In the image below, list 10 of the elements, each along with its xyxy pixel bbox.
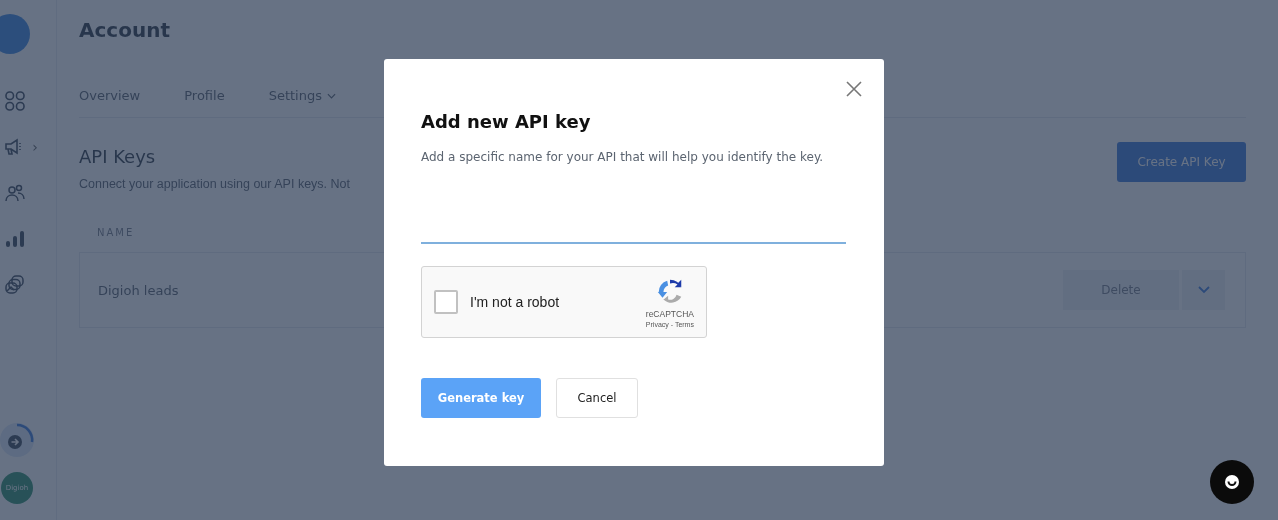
cancel-button[interactable]: Cancel [556,378,638,418]
captcha-brand: reCAPTCHA [645,308,694,319]
page-title: Account [79,18,171,42]
generate-key-button[interactable]: Generate key [421,378,541,418]
dialog-description: Add a specific name for your API that will help you identify the key. [421,150,825,164]
captcha-label: I'm not a robot [470,294,561,310]
close-icon[interactable] [846,81,862,97]
section-title: API Keys [79,146,157,167]
dialog-title: Add new API key [421,111,592,132]
captcha-checkbox[interactable] [434,290,458,314]
